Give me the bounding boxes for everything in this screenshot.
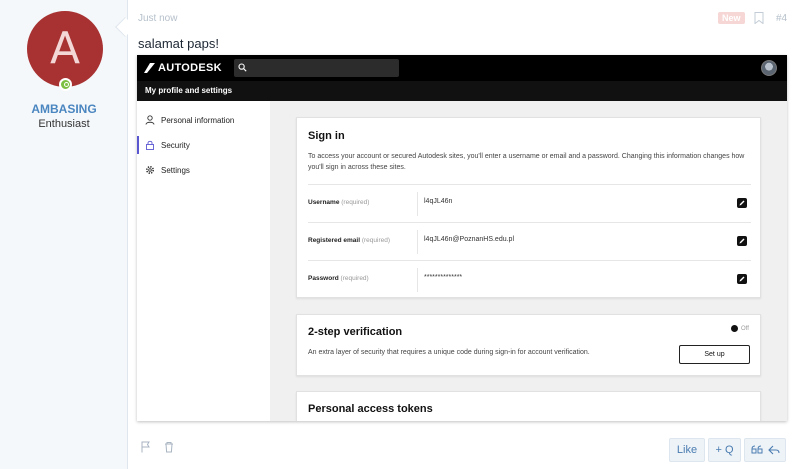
edit-password-button[interactable] [737, 274, 747, 284]
row-divider [417, 192, 418, 216]
signin-title: Sign in [308, 130, 345, 142]
forum-post: A AMBASING Enthusiast Just now New #4 sa… [0, 0, 799, 469]
post-number[interactable]: #4 [776, 13, 787, 24]
user-column: A AMBASING Enthusiast [0, 0, 128, 469]
access-tokens-title: Personal access tokens [308, 403, 433, 415]
autodesk-topbar: AUTODESK [137, 55, 787, 81]
lock-icon [146, 140, 154, 150]
email-label: Registered email (required) [308, 237, 391, 244]
pencil-icon [739, 200, 745, 206]
two-step-toggle[interactable]: Off [731, 325, 749, 332]
person-icon [145, 115, 155, 125]
password-label: Password (required) [308, 275, 369, 282]
bookmark-icon[interactable] [754, 12, 764, 24]
access-tokens-card: Personal access tokens [296, 391, 761, 421]
security-content: Sign in To access your account or secure… [270, 101, 787, 421]
quote-icon[interactable] [751, 445, 763, 455]
toggle-knob [731, 325, 738, 332]
subheader: My profile and settings [137, 81, 787, 101]
flag-icon[interactable] [140, 441, 152, 453]
two-step-status: Off [741, 325, 749, 332]
nav-item-personal-information[interactable]: Personal information [137, 111, 270, 129]
username-row: Username (required) l4qJL46n [308, 184, 751, 222]
embedded-screenshot[interactable]: AUTODESK My profile and settings Persona… [137, 55, 787, 421]
password-value: ************** [424, 274, 463, 281]
two-step-description: An extra layer of security that requires… [308, 349, 590, 356]
signin-card: Sign in To access your account or secure… [296, 117, 761, 298]
autodesk-logo-icon [144, 63, 155, 73]
row-divider [417, 268, 418, 292]
multiquote-button[interactable]: + Q [708, 438, 741, 462]
nav-item-settings[interactable]: Settings [137, 161, 270, 179]
avatar[interactable]: A [27, 11, 103, 87]
like-button[interactable]: Like [669, 438, 705, 462]
nav-item-security[interactable]: Security [137, 136, 270, 154]
new-badge: New [718, 12, 745, 24]
post-message: salamat paps! [138, 36, 219, 51]
nav-label: Settings [161, 165, 190, 175]
signin-description: To access your account or secured Autode… [308, 153, 745, 171]
edit-email-button[interactable] [737, 236, 747, 246]
nav-label: Security [161, 140, 190, 150]
search-icon [238, 63, 247, 72]
username[interactable]: AMBASING [0, 102, 128, 116]
search-input[interactable] [234, 59, 399, 77]
reply-icon[interactable] [767, 445, 780, 455]
two-step-card: 2-step verification Off An extra layer o… [296, 314, 761, 376]
user-title: Enthusiast [38, 118, 90, 130]
setup-button[interactable]: Set up [679, 345, 750, 364]
pencil-icon [739, 238, 745, 244]
autodesk-logo[interactable]: AUTODESK [144, 61, 222, 75]
gear-icon [145, 165, 155, 175]
online-status-icon [59, 78, 72, 91]
reply-actions [744, 438, 786, 462]
username-value: l4qJL46n [424, 198, 453, 205]
email-row: Registered email (required) l4qJL46n@Poz… [308, 222, 751, 260]
profile-avatar[interactable] [761, 60, 777, 76]
pencil-icon [739, 276, 745, 282]
username-label: Username (required) [308, 199, 370, 206]
settings-sidebar: Personal information Security Settings [137, 101, 270, 421]
subheader-title: My profile and settings [145, 86, 233, 95]
post-timestamp[interactable]: Just now [138, 13, 177, 24]
password-row: Password (required) ************** [308, 260, 751, 298]
trash-icon[interactable] [163, 441, 175, 453]
email-value: l4qJL46n@PoznanHS.edu.pl [424, 236, 515, 243]
two-step-title: 2-step verification [308, 326, 403, 338]
row-divider [417, 230, 418, 254]
edit-username-button[interactable] [737, 198, 747, 208]
autodesk-brand: AUTODESK [158, 62, 222, 74]
nav-label: Personal information [161, 115, 235, 125]
